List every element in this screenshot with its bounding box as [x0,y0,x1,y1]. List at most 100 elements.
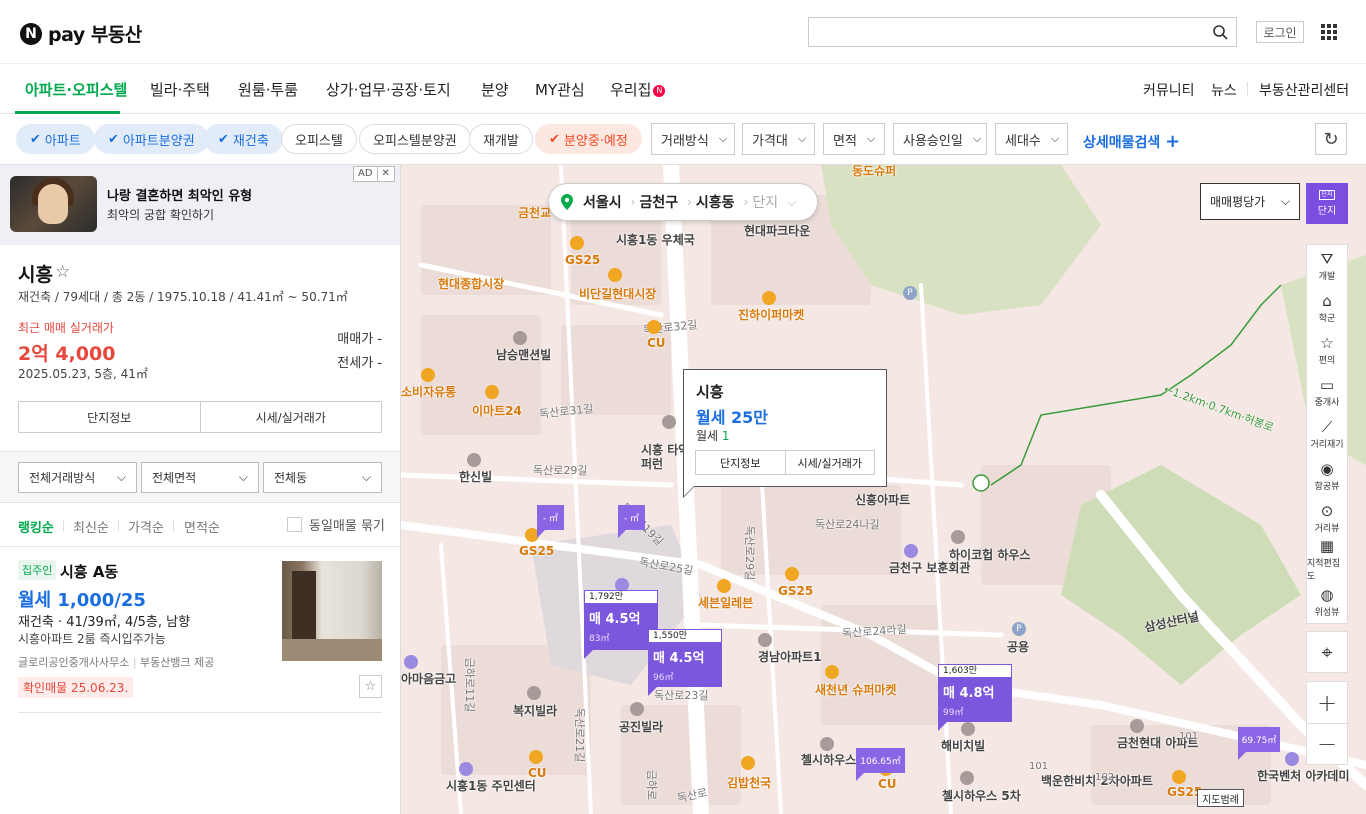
tool-satellite[interactable]: ◍ 위성뷰 [1307,581,1347,623]
nav-news[interactable]: 뉴스 [1211,80,1237,100]
chip-officetel-presale[interactable]: 오피스텔분양권 [359,124,471,154]
location-district[interactable]: 금천구 [635,192,687,212]
group-duplicates-toggle[interactable]: 동일매물 묶기 [287,515,385,534]
nav-presale[interactable]: 분양 [481,79,509,100]
price-type-select[interactable]: 매매평당가 ⌵ [1200,183,1300,220]
tool-cadastral[interactable]: ▦ 지적편집도 [1307,538,1347,582]
dropdown-price[interactable]: 가격대 ⌵ [742,123,815,155]
building-icon[interactable] [960,771,974,785]
location-complex[interactable]: 단지 [748,192,787,212]
store-icon[interactable] [1172,770,1186,784]
map-legend-button[interactable]: 지도범례 [1197,789,1244,807]
restaurant-icon[interactable] [741,756,755,770]
sort-latest[interactable]: 최신순 [73,517,109,536]
search-input[interactable] [808,17,1237,47]
restaurant-icon[interactable] [608,268,622,282]
building-icon[interactable] [951,530,965,544]
store-icon[interactable] [717,579,731,593]
tool-distance[interactable]: ⟋ 거리재기 [1307,413,1347,455]
building-icon[interactable] [630,702,644,716]
parking-icon[interactable]: P [1012,622,1026,636]
price-marker[interactable]: 1,603만 매 4.8억 99㎡ [938,664,1012,731]
store-icon[interactable] [647,320,661,334]
current-location-button[interactable]: ⌖ [1306,631,1348,673]
search-icon[interactable] [1212,24,1228,40]
sort-ranking[interactable]: 랭킹순 [18,517,54,536]
map-marker-mini[interactable]: - ㎡ [537,505,564,538]
price-history-button[interactable]: 시세/실거래가 [199,402,382,432]
apps-grid-icon[interactable] [1321,24,1337,40]
checkbox[interactable] [287,517,302,532]
tool-development[interactable]: ⛛ 개발 [1307,245,1347,287]
complex-toggle-button[interactable]: 단지 단지 [1306,183,1348,224]
sort-area[interactable]: 면적순 [184,517,220,536]
location-breadcrumb[interactable]: 서울시 › 금천구 › 시흥동 › 단지 ⌵ [548,183,818,221]
building-icon[interactable] [527,686,541,700]
popup-price-button[interactable]: 시세/실거래가 [784,451,875,474]
map-area[interactable]: 현대종합시장 비단길현대시장 진하이퍼마켓 남승맨션빌 소비자유통 이마트24 … [401,165,1366,814]
building-icon[interactable] [961,722,975,736]
store-icon[interactable] [421,368,435,382]
building-icon[interactable] [513,331,527,345]
location-city[interactable]: 서울시 [579,192,631,212]
nav-apartment-officetel[interactable]: 아파트·오피스텔 [25,79,127,100]
tool-convenience[interactable]: ☆ 편의 [1307,329,1347,371]
select-building[interactable]: 전체동 ⌵ [263,462,382,493]
building-icon[interactable] [1130,719,1144,733]
store-icon[interactable] [529,750,543,764]
store-icon[interactable] [785,567,799,581]
login-button[interactable]: 로그인 [1256,21,1304,43]
building-icon[interactable] [820,737,834,751]
building-icon[interactable] [758,633,772,647]
nav-my-interest[interactable]: MY관심 [535,79,585,100]
map-marker-mini[interactable]: 106.65㎡ [856,748,905,781]
listing-photo[interactable] [282,561,382,661]
chip-reconstruction[interactable]: ✔ 재건축 [204,124,283,154]
tool-aerial[interactable]: ◉ 항공뷰 [1307,455,1347,497]
store-icon[interactable] [485,385,499,399]
office-icon[interactable] [1285,752,1299,766]
office-icon[interactable] [459,762,473,776]
office-icon[interactable] [904,544,918,558]
dropdown-approval-date[interactable]: 사용승인일 ⌵ [893,123,987,155]
nav-my-home[interactable]: 우리집 N [610,79,666,100]
complex-popup[interactable]: 시흥 월세 25만 월세 1 단지정보 시세/실거래가 [683,369,887,487]
location-dong[interactable]: 시흥동 [692,192,744,212]
ad-banner[interactable]: 나랑 결혼하면 최악인 유형 최악의 궁합 확인하기 AD ✕ [0,165,400,245]
popup-info-button[interactable]: 단지정보 [696,451,785,474]
zoom-out-button[interactable]: − [1307,723,1347,764]
price-marker[interactable]: 1,550만 매 4.5억 96㎡ [648,629,722,696]
store-icon[interactable] [825,665,839,679]
sort-price[interactable]: 가격순 [128,517,164,536]
chip-apartment[interactable]: ✔ 아파트 [16,124,95,154]
tool-streetview[interactable]: ⊙ 거리뷰 [1307,497,1347,539]
nav-oneroom[interactable]: 원룸·투룸 [238,79,298,100]
favorite-star-icon[interactable]: ☆ [359,675,382,698]
building-icon[interactable] [467,453,481,467]
dropdown-area[interactable]: 면적 ⌵ [823,123,885,155]
zoom-in-button[interactable]: + [1307,682,1347,723]
refresh-button[interactable]: ↻ [1315,123,1347,155]
price-marker[interactable]: 1,792만 매 4.5억 83㎡ [584,590,658,659]
select-trade-type[interactable]: 전체거래방식 ⌵ [18,462,137,493]
listing-item[interactable]: 집주인 시흥 A동 월세 1,000/25 재건축 · 41/39㎡, 4/5층… [0,547,400,715]
dropdown-trade-type[interactable]: 거래방식 ⌵ [651,123,735,155]
building-icon[interactable] [662,415,676,429]
nav-community[interactable]: 커뮤니티 [1143,80,1195,100]
complex-info-button[interactable]: 단지정보 [19,402,200,432]
tool-school[interactable]: ⌂ 학군 [1307,287,1347,329]
bank-icon[interactable] [404,655,418,669]
dropdown-households[interactable]: 세대수 ⌵ [995,123,1068,155]
chip-officetel[interactable]: 오피스텔 [281,124,357,154]
tool-agents[interactable]: ▭ 중개사 [1307,371,1347,413]
nav-realestate-center[interactable]: 부동산관리센터 [1259,80,1349,100]
store-icon[interactable] [570,236,584,250]
chip-presale-scheduled[interactable]: ✔ 분양중·예정 [535,124,642,154]
close-icon[interactable]: ✕ [376,167,394,181]
map-marker-mini[interactable]: 69.75㎡ [1238,727,1280,760]
nav-villa-house[interactable]: 빌라·주택 [150,79,210,100]
parking-icon[interactable]: P [903,286,917,300]
detail-search-button[interactable]: 상세매물검색 + [1083,131,1180,152]
logo[interactable]: N pay 부동산 [20,20,142,47]
store-icon[interactable] [762,291,776,305]
